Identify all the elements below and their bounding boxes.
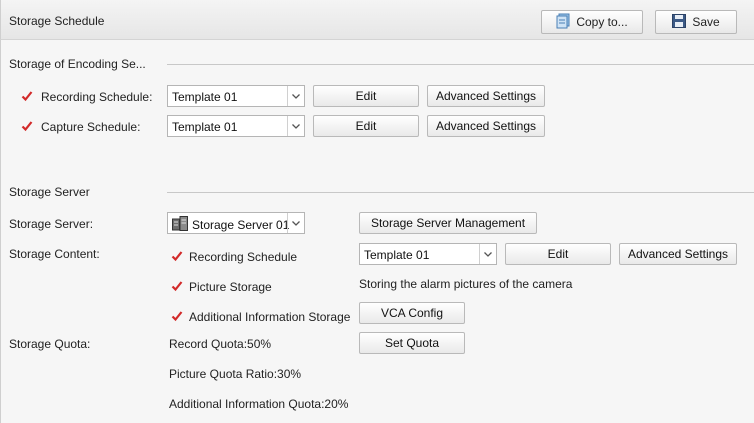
- encoding-section-title: Storage of Encoding Se...: [9, 57, 146, 71]
- save-button[interactable]: Save: [655, 10, 737, 34]
- storage-server-section-divider: [167, 192, 754, 193]
- title-bar: Storage Schedule Copy to... Save: [0, 0, 754, 40]
- server-recording-template-value: Template 01: [364, 248, 430, 262]
- server-recording-template-select[interactable]: Template 01: [359, 243, 497, 265]
- capture-advanced-settings-button[interactable]: Advanced Settings: [427, 115, 545, 137]
- additional-info-storage-checkbox[interactable]: [171, 310, 183, 322]
- server-recording-schedule-label: Recording Schedule: [189, 250, 298, 264]
- picture-storage-label: Picture Storage: [189, 280, 272, 294]
- additional-info-storage-label: Additional Information Storage: [189, 310, 351, 324]
- storage-schedule-panel: Storage of Encoding Se... Recording Sche…: [0, 40, 754, 423]
- picture-quota-value: Picture Quota Ratio:30%: [169, 367, 302, 381]
- copy-icon: [556, 13, 570, 32]
- server-recording-edit-button[interactable]: Edit: [505, 243, 611, 265]
- chevron-down-icon[interactable]: [287, 86, 304, 106]
- storage-quota-label: Storage Quota:: [9, 337, 91, 351]
- recording-schedule-checkbox[interactable]: [21, 90, 33, 102]
- additional-quota-value: Additional Information Quota:20%: [169, 397, 349, 411]
- page-title: Storage Schedule: [9, 14, 105, 28]
- copy-to-button[interactable]: Copy to...: [541, 10, 643, 34]
- recording-schedule-label: Recording Schedule:: [41, 90, 153, 104]
- save-label: Save: [692, 15, 720, 29]
- recording-edit-button[interactable]: Edit: [313, 85, 419, 107]
- server-icon: [172, 216, 188, 234]
- save-icon: [672, 13, 687, 31]
- capture-schedule-label: Capture Schedule:: [41, 120, 141, 134]
- capture-template-value: Template 01: [172, 120, 238, 134]
- capture-schedule-checkbox[interactable]: [21, 120, 33, 132]
- storage-server-section-title: Storage Server: [9, 185, 90, 199]
- chevron-down-icon[interactable]: [287, 116, 304, 136]
- copy-to-label: Copy to...: [576, 15, 628, 29]
- picture-storage-note: Storing the alarm pictures of the camera: [359, 277, 573, 291]
- record-quota-value: Record Quota:50%: [169, 337, 272, 351]
- storage-server-value: Storage Server 01: [192, 218, 290, 232]
- recording-advanced-settings-button[interactable]: Advanced Settings: [427, 85, 545, 107]
- storage-server-select[interactable]: Storage Server 01: [167, 212, 305, 234]
- chevron-down-icon[interactable]: [479, 244, 496, 264]
- storage-server-management-button[interactable]: Storage Server Management: [359, 212, 537, 234]
- server-recording-schedule-checkbox[interactable]: [171, 250, 183, 262]
- set-quota-button[interactable]: Set Quota: [359, 332, 465, 354]
- vca-config-button[interactable]: VCA Config: [359, 302, 465, 324]
- capture-edit-button[interactable]: Edit: [313, 115, 419, 137]
- recording-template-value: Template 01: [172, 90, 238, 104]
- storage-server-label: Storage Server:: [9, 217, 94, 231]
- storage-content-label: Storage Content:: [9, 247, 100, 261]
- picture-storage-checkbox[interactable]: [171, 280, 183, 292]
- encoding-section-divider: [167, 64, 754, 65]
- capture-template-select[interactable]: Template 01: [167, 115, 305, 137]
- server-recording-advanced-settings-button[interactable]: Advanced Settings: [619, 243, 737, 265]
- chevron-down-icon[interactable]: [287, 213, 304, 233]
- recording-template-select[interactable]: Template 01: [167, 85, 305, 107]
